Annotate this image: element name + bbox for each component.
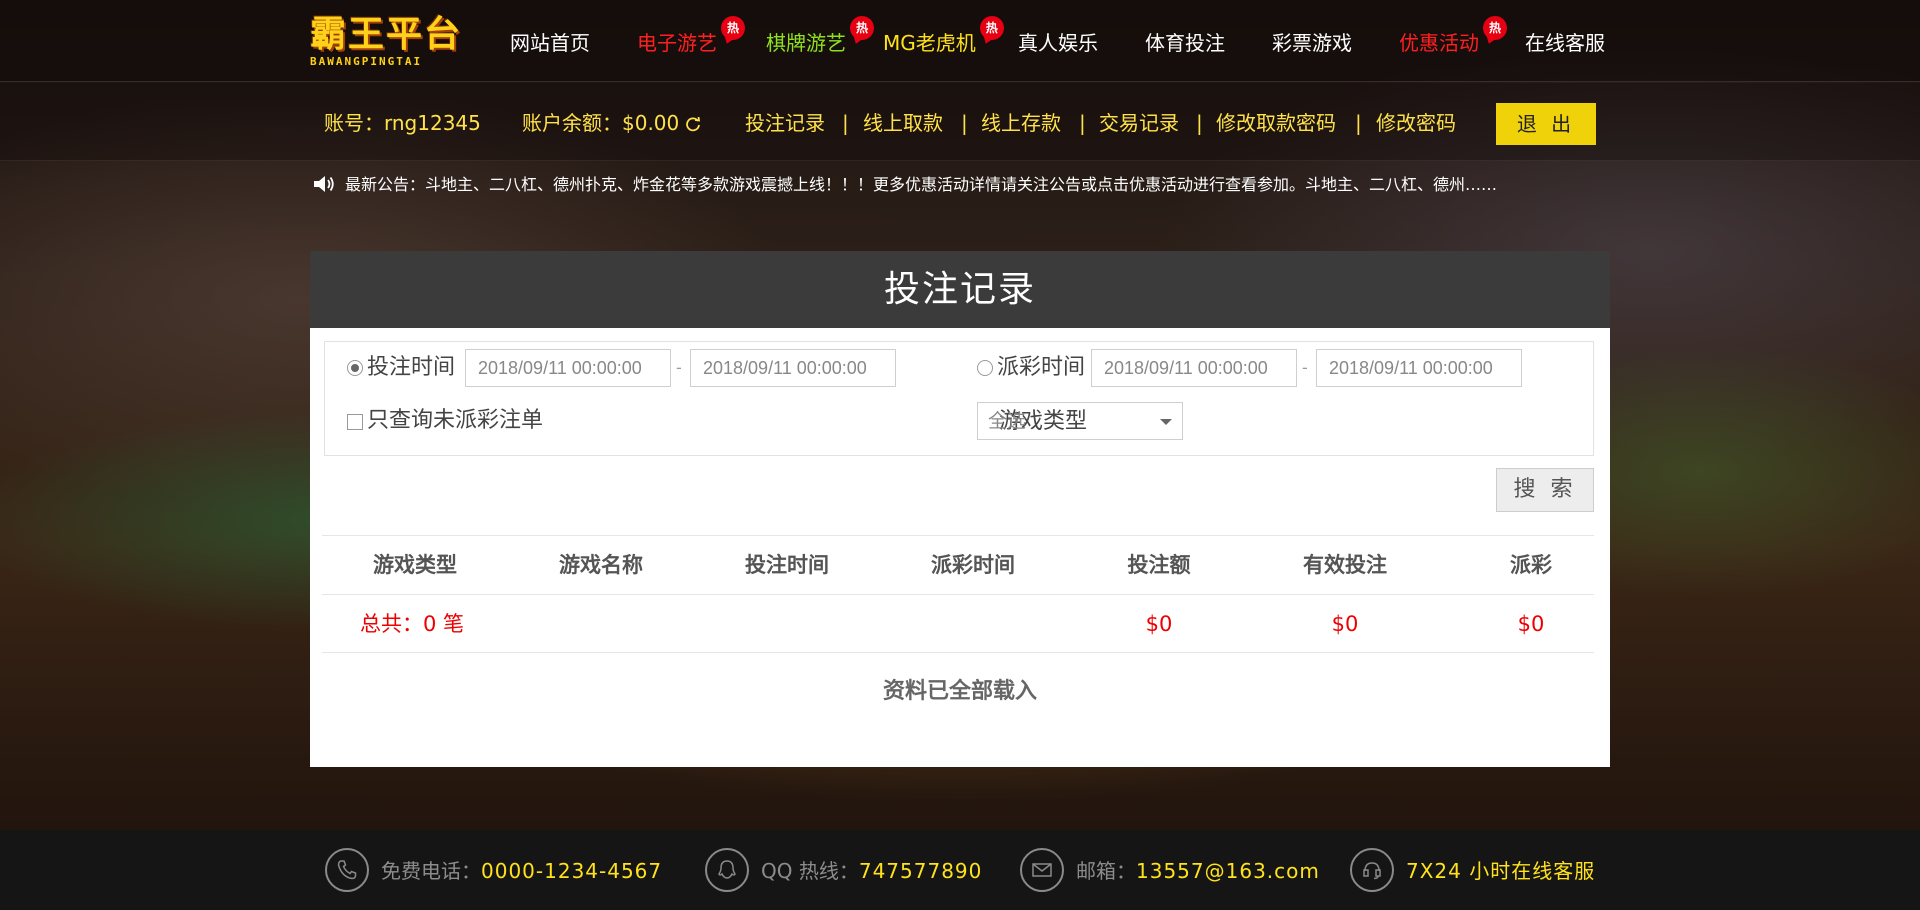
nav-item-electronic-games[interactable]: 电子游艺热 bbox=[637, 16, 745, 58]
nav-item-home[interactable]: 网站首页 bbox=[510, 28, 590, 58]
search-button[interactable]: 搜 索 bbox=[1496, 468, 1594, 512]
bet-time-radio[interactable] bbox=[347, 360, 363, 376]
qq-label: QQ 热线： bbox=[761, 859, 859, 883]
bet-time-label: 投注时间 bbox=[367, 355, 456, 380]
logo-subtitle: BAWANGPINGTAI bbox=[310, 55, 423, 68]
phone-icon bbox=[325, 848, 369, 892]
unpaid-only-label: 只查询未派彩注单 bbox=[367, 408, 544, 433]
phone-number: 0000-1234-4567 bbox=[481, 859, 663, 883]
total-payout: $0 bbox=[1517, 612, 1545, 636]
nav-item-promotions[interactable]: 优惠活动热 bbox=[1399, 16, 1507, 58]
phone-label: 免费电话： bbox=[381, 859, 481, 883]
separator: | bbox=[842, 111, 849, 135]
nav-item-sports[interactable]: 体育投注 bbox=[1145, 28, 1225, 58]
qq-icon bbox=[705, 848, 749, 892]
col-payout-time: 派彩时间 bbox=[931, 553, 1015, 577]
main-nav: 网站首页 电子游艺热 棋牌游艺热 MG老虎机热 真人娱乐 体育投注 彩票游戏 优… bbox=[510, 16, 1610, 58]
account-bar: 账号：rng12345 账户余额：$0.00 投注记录 | 线上取款 | 线上存… bbox=[0, 83, 1920, 161]
total-bet-amount: $0 bbox=[1145, 612, 1173, 636]
table-total-row: 总共：0 笔 $0 $0 $0 bbox=[322, 594, 1594, 653]
speaker-icon bbox=[314, 176, 334, 192]
chevron-down-icon bbox=[1160, 419, 1172, 425]
account-balance: 账户余额：$0.00 bbox=[522, 110, 701, 136]
footer-qq: QQ 热线：747577890 bbox=[705, 848, 1005, 894]
bet-start-input[interactable]: 2018/09/11 00:00:00 bbox=[465, 349, 671, 387]
payout-end-input[interactable]: 2018/09/11 00:00:00 bbox=[1316, 349, 1522, 387]
payout-time-radio[interactable] bbox=[977, 360, 993, 376]
col-bet-time: 投注时间 bbox=[745, 553, 829, 577]
footer-email: 邮箱：13557@163.com bbox=[1020, 848, 1340, 894]
top-nav-bar: 霸王平台 BAWANGPINGTAI 网站首页 电子游艺热 棋牌游艺热 MG老虎… bbox=[0, 0, 1920, 82]
total-valid-bet: $0 bbox=[1331, 612, 1359, 636]
table-header-row: 游戏类型 游戏名称 投注时间 派彩时间 投注额 有效投注 派彩 bbox=[322, 535, 1594, 594]
game-type-select[interactable]: 全选 bbox=[977, 402, 1183, 440]
nav-item-mg-slots[interactable]: MG老虎机热 bbox=[883, 16, 1004, 58]
separator: | bbox=[1196, 111, 1203, 135]
footer-service[interactable]: 7X24 小时在线客服 bbox=[1350, 848, 1630, 894]
link-bet-records[interactable]: 投注记录 bbox=[745, 110, 825, 136]
email-address: 13557@163.com bbox=[1136, 859, 1320, 883]
separator: | bbox=[961, 111, 968, 135]
link-change-withdraw-password[interactable]: 修改取款密码 bbox=[1216, 110, 1336, 136]
announcement-bar: 最新公告：斗地主、二八杠、德州扑克、炸金花等多款游戏震撼上线！！！更多优惠活动详… bbox=[312, 172, 1612, 198]
logo-title: 霸王平台 bbox=[310, 13, 463, 55]
payout-start-input[interactable]: 2018/09/11 00:00:00 bbox=[1091, 349, 1297, 387]
link-change-password[interactable]: 修改密码 bbox=[1376, 110, 1456, 136]
hot-badge: 热 bbox=[850, 16, 874, 40]
all-loaded-text: 资料已全部载入 bbox=[882, 679, 1037, 704]
range-dash: - bbox=[1302, 358, 1308, 377]
footer-bar: 免费电话：0000-1234-4567 QQ 热线：747577890 邮箱：1… bbox=[0, 830, 1920, 910]
refresh-icon[interactable] bbox=[685, 116, 701, 132]
separator: | bbox=[1355, 111, 1362, 135]
nav-item-card-games[interactable]: 棋牌游艺热 bbox=[766, 16, 874, 58]
col-bet-amount: 投注额 bbox=[1127, 553, 1191, 577]
game-type-value: 全选 bbox=[988, 410, 1027, 432]
range-dash: - bbox=[676, 358, 682, 377]
separator: | bbox=[1079, 111, 1086, 135]
email-label: 邮箱： bbox=[1076, 859, 1136, 883]
logout-button[interactable]: 退 出 bbox=[1496, 103, 1596, 145]
link-transactions[interactable]: 交易记录 bbox=[1099, 110, 1179, 136]
hot-badge: 热 bbox=[979, 16, 1004, 40]
col-payout: 派彩 bbox=[1510, 553, 1552, 577]
col-valid-bet: 有效投注 bbox=[1303, 553, 1387, 577]
announcement-text: 最新公告：斗地主、二八杠、德州扑克、炸金花等多款游戏震撼上线！！！更多优惠活动详… bbox=[345, 175, 1498, 194]
hot-badge: 热 bbox=[721, 16, 745, 40]
site-logo[interactable]: 霸王平台 BAWANGPINGTAI bbox=[310, 14, 470, 72]
bet-records-table: 游戏类型 游戏名称 投注时间 派彩时间 投注额 有效投注 派彩 总共：0 笔 $… bbox=[322, 535, 1594, 653]
qq-number: 747577890 bbox=[858, 859, 983, 883]
bet-end-input[interactable]: 2018/09/11 00:00:00 bbox=[690, 349, 896, 387]
nav-item-lottery[interactable]: 彩票游戏 bbox=[1272, 28, 1352, 58]
link-online-withdraw[interactable]: 线上取款 bbox=[863, 110, 943, 136]
bet-records-panel: 投注记录 投注时间 2018/09/11 00:00:00 - 2018/09/… bbox=[310, 251, 1610, 767]
total-count: 总共：0 笔 bbox=[360, 612, 465, 636]
col-game-type: 游戏类型 bbox=[373, 553, 457, 577]
service-text: 7X24 小时在线客服 bbox=[1406, 859, 1596, 883]
panel-title: 投注记录 bbox=[310, 251, 1610, 328]
hot-badge: 热 bbox=[1483, 16, 1507, 40]
account-name: 账号：rng12345 bbox=[324, 111, 481, 135]
footer-phone: 免费电话：0000-1234-4567 bbox=[325, 848, 675, 894]
link-online-deposit[interactable]: 线上存款 bbox=[981, 110, 1061, 136]
unpaid-only-checkbox[interactable] bbox=[347, 414, 363, 430]
headset-icon bbox=[1350, 848, 1394, 892]
col-game-name: 游戏名称 bbox=[559, 553, 643, 577]
nav-item-online-service[interactable]: 在线客服 bbox=[1525, 28, 1605, 58]
payout-time-label: 派彩时间 bbox=[997, 355, 1086, 380]
nav-item-live-casino[interactable]: 真人娱乐 bbox=[1018, 28, 1098, 58]
mail-icon bbox=[1020, 848, 1064, 892]
filter-box: 投注时间 2018/09/11 00:00:00 - 2018/09/11 00… bbox=[324, 341, 1594, 456]
